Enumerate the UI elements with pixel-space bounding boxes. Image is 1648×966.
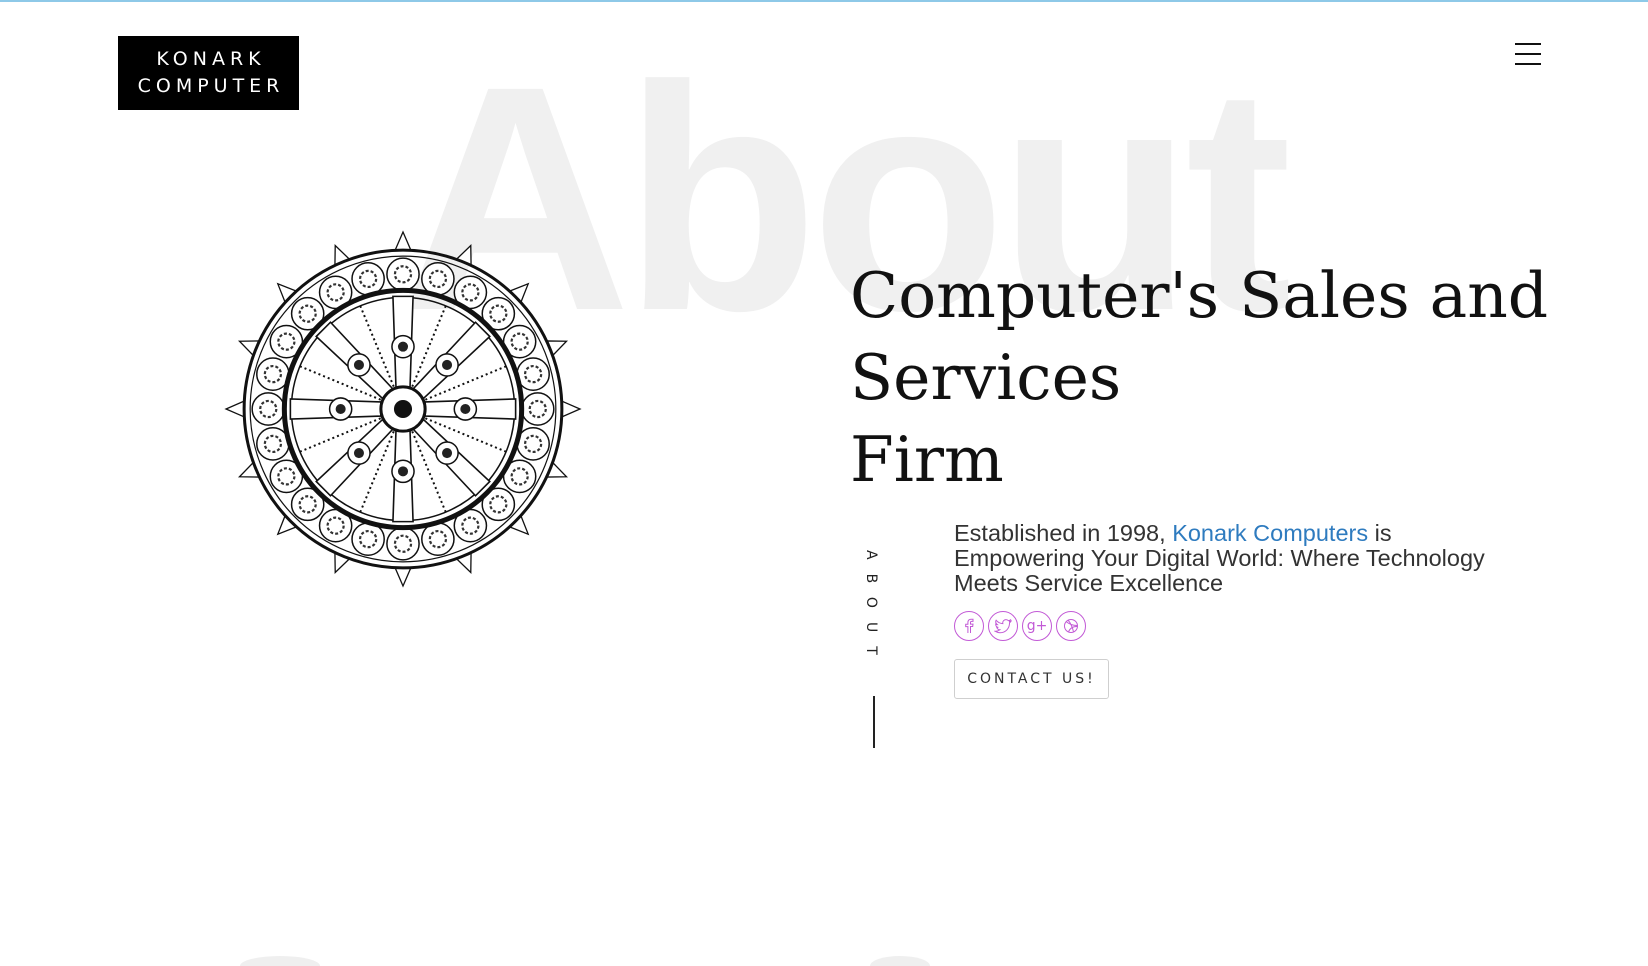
next-section-peek <box>870 956 930 966</box>
wheel-medallion <box>421 522 455 556</box>
brand-line-1: KONARK <box>156 48 266 70</box>
headline-line-1: Computer's Sales and <box>850 259 1549 332</box>
spoke-medallion-core <box>442 359 453 370</box>
wheel-medallion <box>516 427 550 461</box>
wheel-medallion <box>251 392 286 426</box>
wheel-medallion <box>351 522 385 556</box>
about-vertical-rule <box>873 696 875 748</box>
company-link[interactable]: Konark Computers <box>1172 520 1368 546</box>
page-frame: About KONARK COMPUTER Computer's Sales a… <box>0 0 1648 966</box>
contact-us-button[interactable]: CONTACT US! <box>954 659 1109 699</box>
brand-line-2: COMPUTER <box>137 75 285 97</box>
wheel-medallion <box>256 427 290 461</box>
wheel-medallion <box>520 392 555 426</box>
wheel-medallion <box>256 357 290 391</box>
spoke-medallion-core <box>397 341 409 352</box>
wheel-spike <box>224 400 245 418</box>
wheel-axle <box>393 399 413 419</box>
wheel-medallion <box>386 257 420 292</box>
google-plus-glyph: g+ <box>1026 618 1048 634</box>
menu-bar <box>1515 53 1541 55</box>
headline-line-3: Firm <box>850 423 1004 496</box>
menu-bar <box>1515 63 1541 65</box>
about-side-label: ABOUT <box>863 550 883 750</box>
description-text-before: Established in 1998, <box>954 520 1173 546</box>
wheel-spike <box>394 567 412 588</box>
spoke-medallion-core <box>442 448 453 459</box>
spoke-medallion-core <box>353 359 364 370</box>
spoke-medallion-core <box>353 448 364 459</box>
social-links: g+ <box>954 611 1086 641</box>
hero-description: Established in 1998, Konark Computers is… <box>954 521 1524 596</box>
wheel-medallion <box>351 262 385 296</box>
wheel-medallion <box>386 526 420 561</box>
menu-bar <box>1515 43 1541 45</box>
spoke-medallion-core <box>460 403 471 415</box>
hero-headline: Computer's Sales and Services Firm <box>850 255 1570 501</box>
google-plus-icon[interactable]: g+ <box>1022 611 1052 641</box>
spoke-medallion-core <box>335 403 346 415</box>
wheel-spike <box>561 400 582 418</box>
wheel-spike <box>394 230 412 251</box>
about-vertical-text: ABOUT <box>863 550 879 669</box>
spoke-medallion-core <box>397 466 409 477</box>
wheel-medallion <box>421 262 455 296</box>
next-section-peek <box>240 956 320 966</box>
konark-wheel-illustration <box>224 230 582 588</box>
wheel-medallion <box>516 357 550 391</box>
headline-line-2: Services <box>850 341 1122 414</box>
hamburger-menu-icon[interactable] <box>1515 43 1543 65</box>
dribbble-icon[interactable] <box>1056 611 1086 641</box>
twitter-icon[interactable] <box>988 611 1018 641</box>
brand-logo[interactable]: KONARK COMPUTER <box>118 36 299 110</box>
facebook-icon[interactable] <box>954 611 984 641</box>
